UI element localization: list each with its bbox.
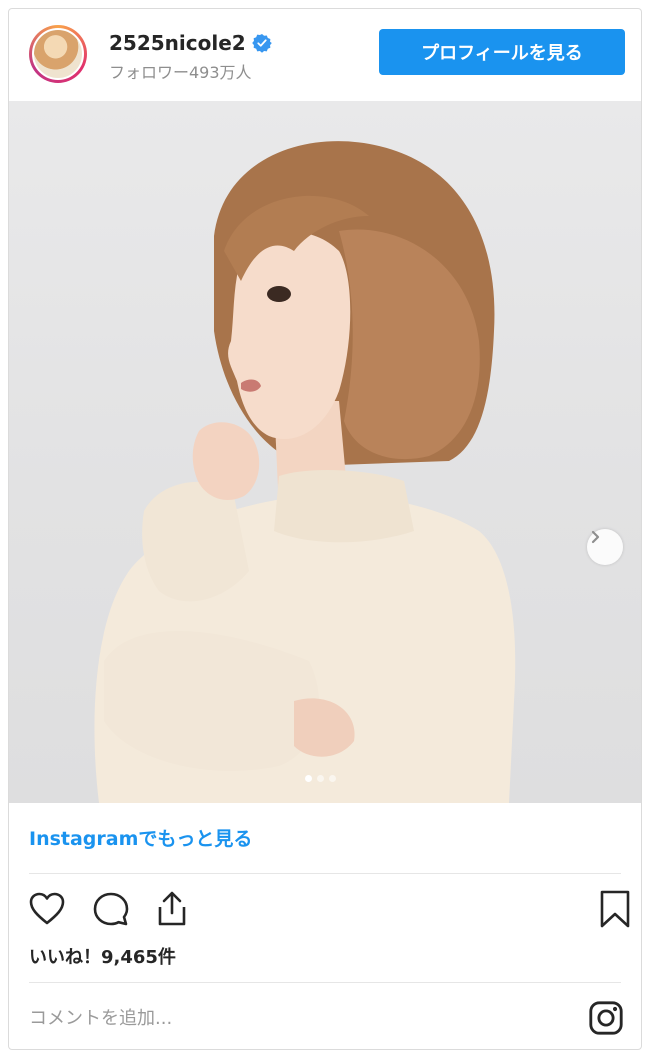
heart-icon[interactable]	[27, 889, 67, 929]
add-comment-field[interactable]: コメントを追加...	[29, 1004, 172, 1030]
username[interactable]: 2525nicole2	[109, 31, 246, 55]
view-profile-button[interactable]: プロフィールを見る	[379, 29, 625, 75]
like-count: いいね！9,465件	[29, 947, 176, 968]
instagram-embed-card: 2525nicole2 フォロワー493万人 プロフィールを見る Instagr…	[8, 8, 642, 1050]
post-header: 2525nicole2 フォロワー493万人 プロフィールを見る	[9, 9, 641, 101]
divider	[29, 982, 621, 983]
chevron-right-icon	[591, 530, 600, 544]
avatar[interactable]	[29, 25, 87, 83]
instagram-icon[interactable]	[587, 999, 625, 1037]
follower-count: フォロワー493万人	[109, 63, 252, 82]
post-photo[interactable]	[9, 101, 641, 803]
bookmark-icon[interactable]	[595, 889, 635, 929]
comment-icon[interactable]	[91, 889, 131, 929]
carousel-dot	[317, 775, 324, 782]
carousel-indicator	[305, 775, 336, 782]
carousel-dot	[305, 775, 312, 782]
portrait-illustration	[94, 141, 516, 803]
verified-badge-icon	[251, 34, 272, 53]
username-row: 2525nicole2	[109, 31, 272, 55]
carousel-next-button[interactable]	[587, 529, 623, 565]
divider	[29, 873, 621, 874]
share-icon[interactable]	[152, 889, 192, 929]
carousel-dot	[329, 775, 336, 782]
view-more-on-instagram-link[interactable]: Instagramでもっと見る	[29, 824, 252, 851]
